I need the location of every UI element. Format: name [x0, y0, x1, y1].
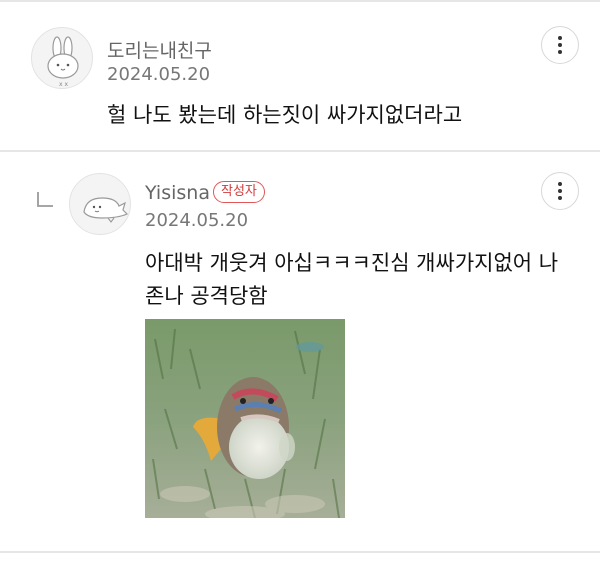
bunny-avatar-icon[interactable]: x x [31, 27, 93, 89]
top-divider [0, 0, 600, 2]
reply-text-line-1: 아대박 개웃겨 아십ㅋㅋㅋ진심 개싸가지없어 나 [145, 251, 559, 275]
more-vertical-icon[interactable] [541, 172, 579, 210]
reply-corner-icon [37, 192, 53, 207]
reply-date: 2024.05.20 [145, 210, 249, 231]
comment-text: 헐 나도 봤는데 하는짓이 싸가지없더라고 [107, 103, 463, 127]
reply-text-line-2: 존나 공격당함 [145, 284, 268, 308]
reply-author[interactable]: Yisisna [145, 182, 210, 204]
comment-date: 2024.05.20 [107, 64, 211, 85]
more-vertical-icon[interactable] [541, 26, 579, 64]
svg-text:x x: x x [59, 81, 68, 88]
bottom-divider [0, 551, 600, 553]
author-badge: 작성자 [213, 181, 265, 203]
seal-avatar-icon[interactable] [69, 173, 131, 235]
fish-photo[interactable] [145, 319, 345, 518]
comment-divider [0, 150, 600, 152]
comment-author[interactable]: 도리는내친구 [107, 36, 212, 63]
